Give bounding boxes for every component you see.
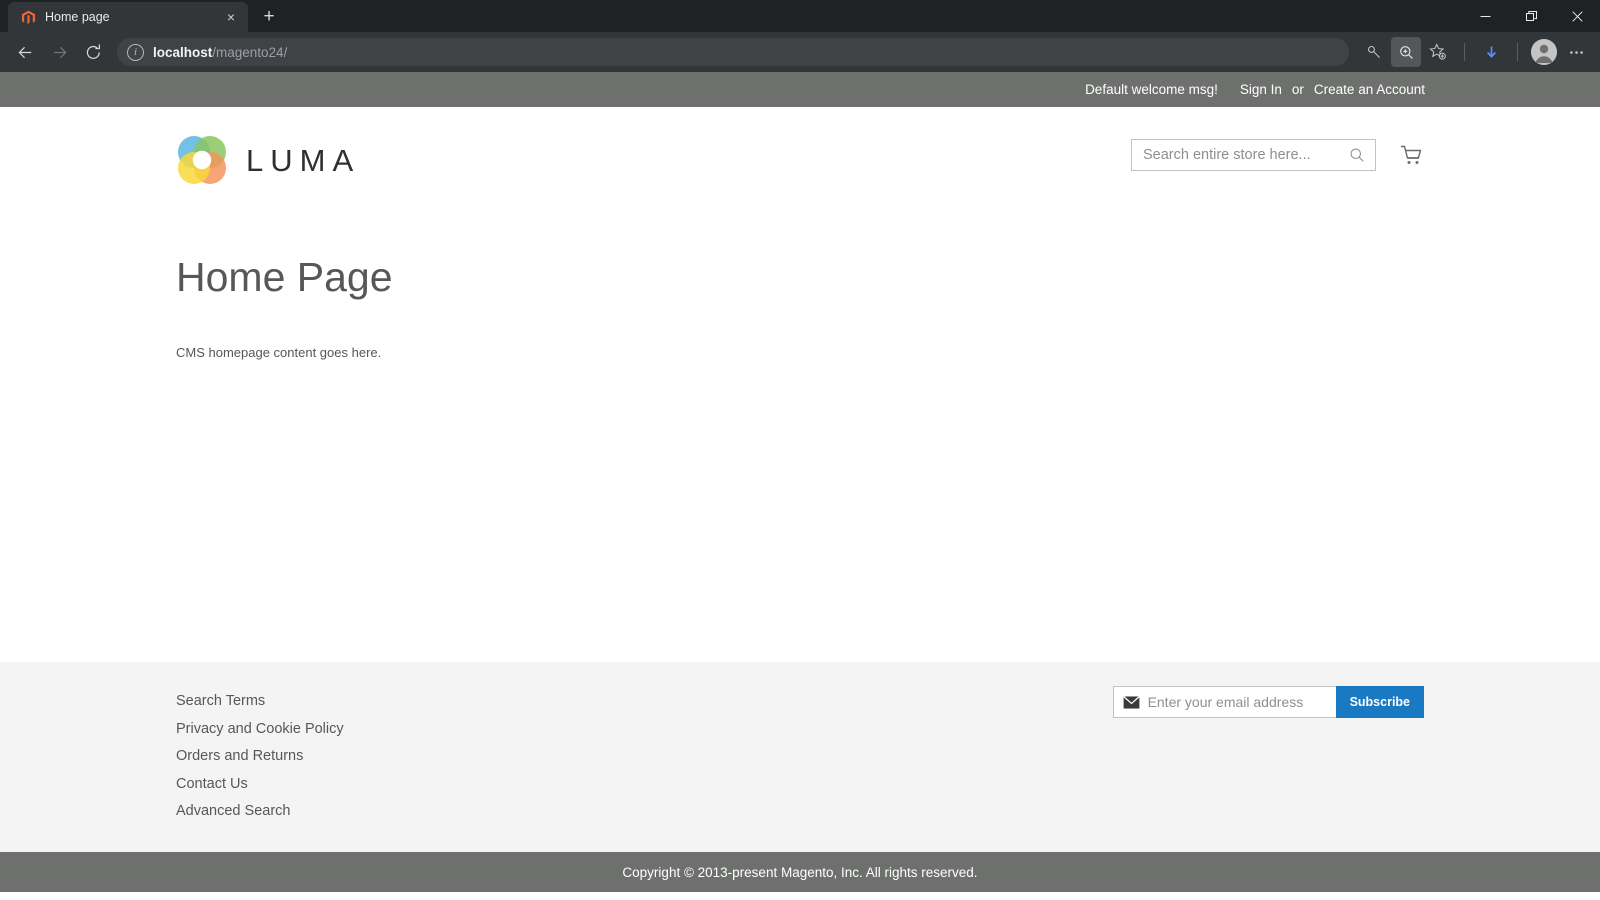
avatar [1531, 39, 1557, 65]
newsletter-form: Subscribe [1113, 686, 1424, 718]
forward-button[interactable] [43, 36, 75, 68]
url-host: localhost [153, 45, 212, 60]
copyright-bar: Copyright © 2013-present Magento, Inc. A… [0, 852, 1600, 892]
main-content: Home Page CMS homepage content goes here… [0, 207, 1600, 662]
subscribe-button[interactable]: Subscribe [1336, 686, 1424, 718]
search-icon[interactable] [1347, 145, 1367, 165]
newsletter-field-wrap[interactable] [1113, 686, 1336, 718]
profile-avatar[interactable] [1529, 37, 1559, 67]
site-info-icon[interactable]: i [127, 44, 144, 61]
browser-tab-home-page[interactable]: Home page × [8, 2, 248, 32]
search-form[interactable] [1131, 139, 1376, 171]
copyright-text: Copyright © 2013-present Magento, Inc. A… [622, 865, 977, 880]
cms-content-text: CMS homepage content goes here. [176, 345, 1424, 360]
url-text: localhost/magento24/ [153, 45, 287, 60]
shopping-cart-icon[interactable] [1398, 142, 1424, 168]
search-input[interactable] [1143, 147, 1347, 163]
footer-link-contact-us[interactable]: Contact Us [176, 771, 1424, 799]
footer-link-orders-returns[interactable]: Orders and Returns [176, 743, 1424, 771]
back-button[interactable] [9, 36, 41, 68]
page-title: Home Page [176, 207, 1424, 300]
tab-title: Home page [45, 10, 213, 24]
browser-window: Home page × + [0, 0, 1600, 900]
key-icon[interactable] [1359, 37, 1389, 67]
address-bar[interactable]: i localhost/magento24/ [117, 38, 1349, 66]
page-header: LUMA [0, 107, 1600, 207]
add-favorite-icon[interactable] [1423, 37, 1453, 67]
sign-in-link[interactable]: Sign In [1240, 82, 1282, 97]
new-tab-button[interactable]: + [254, 3, 284, 31]
toolbar-divider-left [1464, 43, 1465, 61]
panel-separator: or [1292, 82, 1304, 97]
close-window-button[interactable] [1554, 0, 1600, 32]
url-path: /magento24/ [212, 45, 287, 60]
minimize-button[interactable] [1462, 0, 1508, 32]
browser-titlebar: Home page × + [0, 0, 1600, 32]
toolbar-icon-group [1359, 37, 1591, 67]
newsletter-email-input[interactable] [1148, 694, 1336, 710]
welcome-message: Default welcome msg! [1085, 82, 1218, 97]
downloads-icon[interactable] [1476, 37, 1506, 67]
settings-more-icon[interactable] [1561, 37, 1591, 67]
restore-button[interactable] [1508, 0, 1554, 32]
panel-links: Default welcome msg! Sign In or Create a… [1085, 82, 1425, 97]
logo-link[interactable]: LUMA [176, 134, 360, 186]
toolbar-divider-right [1517, 43, 1518, 61]
tab-close-icon[interactable]: × [222, 8, 240, 26]
tab-strip: Home page × + [0, 0, 284, 32]
reload-button[interactable] [77, 36, 109, 68]
page-footer: Search Terms Privacy and Cookie Policy O… [0, 662, 1600, 852]
zoom-in-icon[interactable] [1391, 37, 1421, 67]
footer-link-privacy-cookie-policy[interactable]: Privacy and Cookie Policy [176, 716, 1424, 744]
luma-logo-icon [176, 134, 228, 186]
create-account-link[interactable]: Create an Account [1314, 82, 1425, 97]
logo-text: LUMA [246, 145, 360, 176]
top-panel: Default welcome msg! Sign In or Create a… [0, 72, 1600, 107]
magento-favicon-icon [20, 9, 36, 25]
envelope-icon [1123, 696, 1140, 709]
browser-toolbar: i localhost/magento24/ [0, 32, 1600, 72]
footer-link-advanced-search[interactable]: Advanced Search [176, 798, 1424, 826]
header-actions [1131, 139, 1424, 171]
window-controls [1462, 0, 1600, 32]
page-viewport: Default welcome msg! Sign In or Create a… [0, 72, 1600, 900]
